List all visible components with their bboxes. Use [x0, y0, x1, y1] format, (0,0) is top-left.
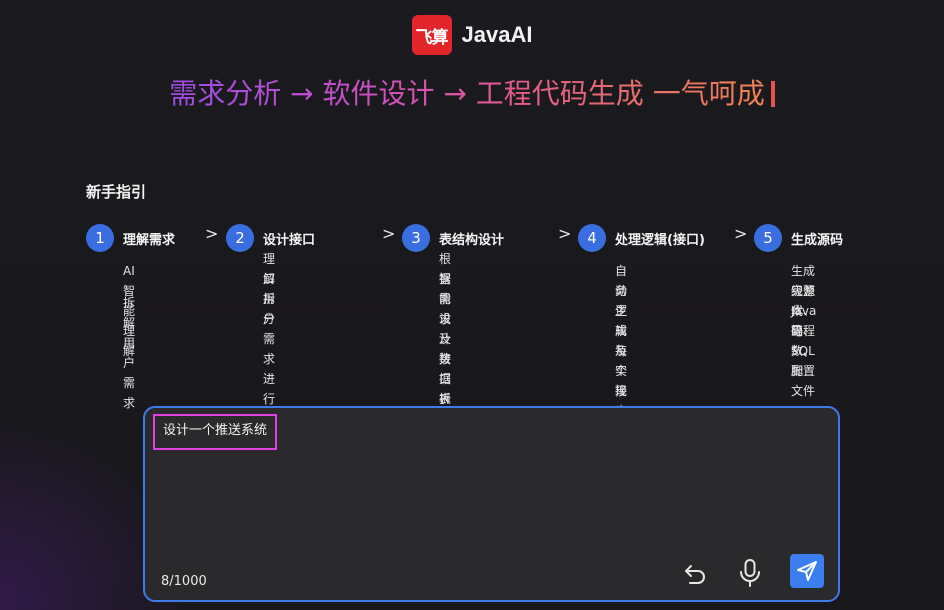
char-counter: 8/1000 [161, 574, 207, 589]
chevron-right-icon: > [734, 224, 748, 243]
step-number: 2 [226, 224, 254, 252]
undo-icon [685, 565, 705, 584]
step-title: 表结构设计 [439, 233, 505, 248]
step-title: 设计接口 [263, 233, 316, 248]
guide-title: 新手指引 [86, 183, 147, 201]
step-number: 5 [754, 224, 782, 252]
slogan-text: 需求分析 → 软件设计 → 工程代码生成 一气呵成 [169, 77, 765, 110]
slogan: 需求分析 → 软件设计 → 工程代码生成 一气呵成 [0, 74, 944, 114]
app-header: 飞算 JavaAI [0, 14, 944, 56]
chevron-right-icon: > [205, 224, 219, 243]
requirement-text[interactable]: 设计一个推送系统 [153, 414, 278, 450]
chevron-right-icon: > [558, 224, 572, 243]
step-desc-line: 等 [791, 324, 804, 338]
step-desc-line: 本、函数、配置文件 [791, 304, 816, 398]
step-number: 4 [578, 224, 606, 252]
send-button[interactable] [790, 554, 824, 588]
step-number: 3 [402, 224, 430, 252]
step-title: 理解需求 [123, 233, 176, 248]
step-title: 处理逻辑(接口) [615, 233, 705, 248]
step-title: 生成源码 [791, 233, 844, 248]
app-name: JavaAI [461, 22, 533, 47]
microphone-icon [740, 559, 760, 587]
send-icon [797, 561, 817, 581]
voice-input-button[interactable] [733, 556, 767, 590]
chevron-right-icon: > [382, 224, 396, 243]
step-desc-line: 口拆分 [263, 272, 276, 326]
typing-caret [770, 81, 775, 107]
undo-button[interactable] [678, 556, 712, 590]
requirement-input-box[interactable]: 设计一个推送系统 8/1000 [143, 406, 840, 602]
app-logo: 飞算 [411, 15, 452, 55]
logo-text: 飞算 [415, 27, 449, 48]
step-desc-line: 拆解用户需求 [123, 296, 136, 410]
step-number: 1 [86, 224, 114, 252]
